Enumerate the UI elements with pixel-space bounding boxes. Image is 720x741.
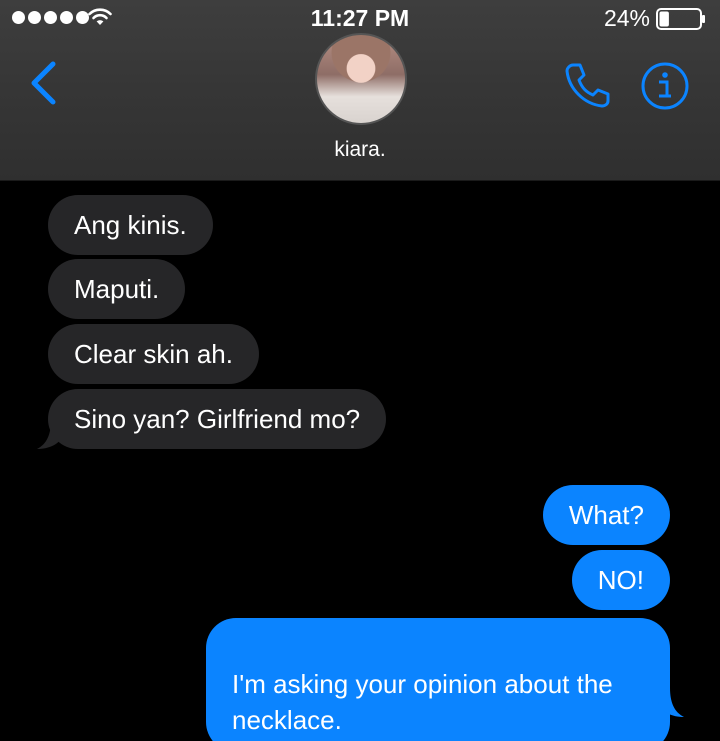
incoming-message-bubble[interactable]: Ang kinis. [48, 195, 213, 255]
outgoing-message-bubble[interactable]: What? [542, 485, 670, 545]
incoming-message-bubble[interactable]: Clear skin ah. [48, 324, 259, 384]
contact-avatar[interactable] [315, 33, 407, 125]
incoming-bubble-tail [37, 420, 63, 449]
conversation-header: 11:27 PM 24% kiara. [0, 0, 720, 181]
message-text: Sino yan? Girlfriend mo? [74, 404, 361, 434]
battery-percent: 24% [603, 5, 650, 31]
message-text: Ang kinis. [74, 210, 187, 240]
incoming-message-bubble[interactable]: Maputi. [48, 259, 186, 319]
back-chevron-icon[interactable] [26, 60, 60, 106]
message-text: I'm asking your opinion about the neckla… [232, 669, 613, 735]
incoming-message-bubble[interactable]: Sino yan? Girlfriend mo? [48, 389, 387, 449]
message-text: Maputi. [74, 274, 160, 304]
battery-icon [656, 8, 705, 30]
outgoing-bubble-tail [658, 688, 684, 717]
message-text: What? [568, 500, 644, 530]
outgoing-message-bubble[interactable]: I'm asking your opinion about the neckla… [206, 618, 670, 741]
phone-icon[interactable] [562, 60, 612, 110]
message-text: NO! [597, 565, 644, 595]
contact-name[interactable]: kiara. [0, 138, 720, 162]
outgoing-message-bubble[interactable]: NO! [571, 550, 670, 610]
info-icon[interactable] [640, 61, 690, 111]
message-text: Clear skin ah. [74, 339, 233, 369]
